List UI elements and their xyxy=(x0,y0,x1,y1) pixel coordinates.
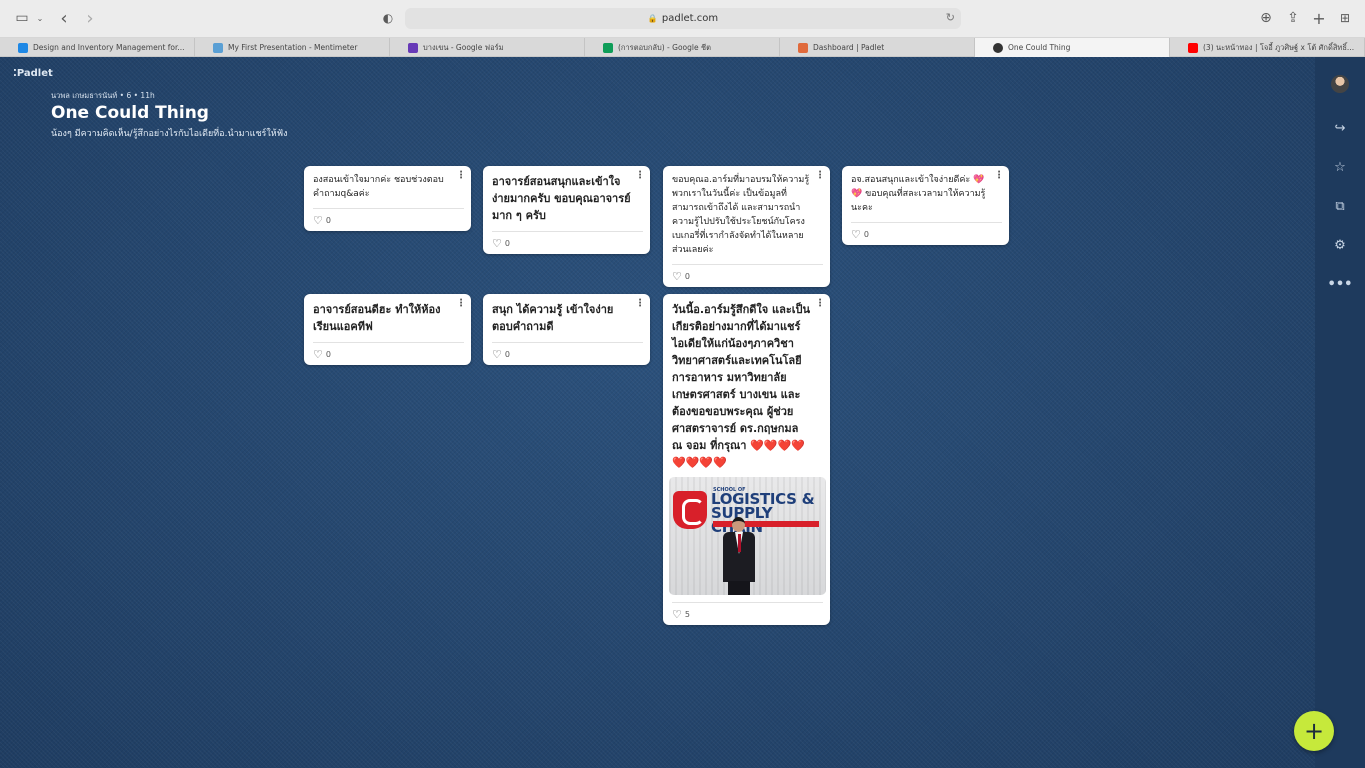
tab-google-forms[interactable]: บางเขน - Google ฟอร์ม xyxy=(390,38,585,57)
post-likes[interactable]: ♡ 0 xyxy=(313,209,463,231)
tab-favicon xyxy=(408,42,418,53)
sidebar-toggle-icon[interactable]: ▭ xyxy=(12,8,32,28)
like-count: 0 xyxy=(684,271,690,281)
share-arrow-icon[interactable]: ↪ xyxy=(1326,114,1354,142)
board-meta: นวพล เกษมธารนันท์ • 6 • 11h xyxy=(51,91,155,100)
tab-one-could-thing[interactable]: One Could Thing xyxy=(975,38,1170,57)
share-icon[interactable]: ⇪ xyxy=(1284,8,1302,28)
post-menu-icon[interactable]: ⋮ xyxy=(815,299,825,309)
download-icon[interactable]: ⊕ xyxy=(1257,8,1275,28)
tab-label: บางเขน - Google ฟอร์ม xyxy=(423,42,504,52)
like-count: 0 xyxy=(325,349,331,359)
tab-favicon xyxy=(213,42,223,53)
gear-icon[interactable]: ⚙ xyxy=(1326,231,1354,259)
heart-icon[interactable]: ♡ xyxy=(672,270,682,283)
post-likes[interactable]: ♡ 0 xyxy=(313,343,463,365)
chevron-down-icon[interactable]: ⌄ xyxy=(34,8,46,28)
tab-padlet-dashboard[interactable]: Dashboard | Padlet xyxy=(780,38,975,57)
tab-bar: Design and Inventory Management for... M… xyxy=(0,38,1365,57)
more-icon[interactable]: ••• xyxy=(1326,270,1354,298)
heart-icon[interactable]: ♡ xyxy=(672,608,682,621)
post-text: อาจารย์สอนดีฮะ ทำให้ห้องเรียนแอคทีฟ xyxy=(313,303,441,333)
heart-icon[interactable]: ♡ xyxy=(492,348,502,361)
post-card[interactable]: ⋮ อจ.สอนสนุกและเข้าใจง่ายดีค่ะ 💖💖 ขอบคุณ… xyxy=(842,166,1009,245)
like-count: 0 xyxy=(863,229,869,239)
post-menu-icon[interactable]: ⋮ xyxy=(456,299,466,309)
post-text: อจ.สอนสนุกและเข้าใจง่ายดีค่ะ 💖💖 ขอบคุณที… xyxy=(851,175,986,213)
post-card[interactable]: ⋮ วันนี้อ.อาร์มรู้สึกดีใจ และเป็นเกียรติ… xyxy=(663,294,830,625)
tab-overview-icon[interactable]: ⊞ xyxy=(1336,8,1354,28)
post-text: วันนี้อ.อาร์มรู้สึกดีใจ และเป็นเกียรติอย… xyxy=(672,303,811,469)
heart-icon[interactable]: ♡ xyxy=(851,228,861,241)
browser-toolbar: ▭ ⌄ ‹ › ◐ 🔒 padlet.com ↻ ⊕ ⇪ + ⊞ xyxy=(0,0,1365,38)
post-card[interactable]: ⋮ อาจารย์สอนดีฮะ ทำให้ห้องเรียนแอคทีฟ ♡ 0 xyxy=(304,294,471,365)
heart-icon[interactable]: ♡ xyxy=(313,348,323,361)
post-text: สนุก ได้ความรู้ เข้าใจง่าย ตอบคำถามดี xyxy=(492,303,614,333)
post-card[interactable]: ⋮ ขอบคุณอ.อาร์มที่มาอบรมให้ความรู้พวกเรา… xyxy=(663,166,830,287)
post-text: องสอนเข้าใจมากค่ะ ชอบช่วงตอบคำถามq&aค่ะ xyxy=(313,175,444,199)
tab-favicon xyxy=(18,42,28,53)
shield-icon[interactable]: ◐ xyxy=(380,8,396,28)
tab-design-inventory[interactable]: Design and Inventory Management for... xyxy=(0,38,195,57)
tab-label: My First Presentation - Mentimeter xyxy=(228,43,358,52)
address-bar[interactable]: 🔒 padlet.com ↻ xyxy=(405,8,961,29)
person-tie xyxy=(737,534,741,552)
post-text: อาจารย์สอนสนุกและเข้าใจง่ายมากครับ ขอบคุ… xyxy=(492,175,631,222)
post-card[interactable]: ⋮ สนุก ได้ความรู้ เข้าใจง่าย ตอบคำถามดี … xyxy=(483,294,650,365)
post-likes[interactable]: ♡ 0 xyxy=(492,232,642,254)
person-head xyxy=(732,517,745,532)
tab-label: Design and Inventory Management for... xyxy=(33,43,185,52)
person-legs xyxy=(728,581,750,595)
heart-icon[interactable]: ♡ xyxy=(492,237,502,250)
tab-label: (3) นะหน้าทอง | โจอี้ ภูวศิษฐ์ x โต้ ศัก… xyxy=(1203,42,1355,52)
forward-icon[interactable]: › xyxy=(82,8,98,29)
logo-text: Padlet xyxy=(16,68,53,79)
padlet-board xyxy=(0,57,1315,768)
like-count: 0 xyxy=(504,238,510,248)
lock-icon: 🔒 xyxy=(647,14,658,23)
post-likes[interactable]: ♡ 0 xyxy=(672,265,822,287)
tab-youtube[interactable]: (3) นะหน้าทอง | โจอี้ ภูวศิษฐ์ x โต้ ศัก… xyxy=(1170,38,1365,57)
tab-label: One Could Thing xyxy=(1008,43,1071,52)
post-text: ขอบคุณอ.อาร์มที่มาอบรมให้ความรู้พวกเราใน… xyxy=(672,175,810,255)
photo-person xyxy=(719,517,759,595)
add-post-button[interactable]: + xyxy=(1294,711,1334,751)
post-photo[interactable]: SCHOOL OF LOGISTICS &SUPPLY CHAIN xyxy=(669,477,826,595)
right-action-rail: ↪ ☆ ⧉ ⚙ ••• xyxy=(1315,57,1365,768)
star-icon[interactable]: ☆ xyxy=(1326,153,1354,181)
post-card[interactable]: ⋮ อาจารย์สอนสนุกและเข้าใจง่ายมากครับ ขอบ… xyxy=(483,166,650,254)
post-likes[interactable]: ♡ 5 xyxy=(672,603,822,625)
post-likes[interactable]: ♡ 0 xyxy=(851,223,1001,245)
tab-google-sheets[interactable]: (การตอบกลับ) - Google ชีต xyxy=(585,38,780,57)
tab-favicon xyxy=(603,42,613,53)
post-card[interactable]: ⋮ องสอนเข้าใจมากค่ะ ชอบช่วงตอบคำถามq&aค่… xyxy=(304,166,471,231)
tab-favicon xyxy=(1188,42,1198,53)
tab-favicon xyxy=(798,42,808,53)
post-menu-icon[interactable]: ⋮ xyxy=(994,171,1004,181)
like-count: 0 xyxy=(325,215,331,225)
board-subtitle: น้องๆ มีความคิดเห็น/รู้สึกอย่างไรกับไอเด… xyxy=(51,129,288,139)
tab-label: (การตอบกลับ) - Google ชีต xyxy=(618,42,711,52)
school-emblem-icon xyxy=(673,491,707,529)
new-tab-icon[interactable]: + xyxy=(1310,8,1328,28)
post-menu-icon[interactable]: ⋮ xyxy=(635,299,645,309)
reload-icon[interactable]: ↻ xyxy=(946,11,955,24)
like-count: 5 xyxy=(684,609,690,619)
post-menu-icon[interactable]: ⋮ xyxy=(456,171,466,181)
board-title: One Could Thing xyxy=(51,103,209,123)
remake-icon[interactable]: ⧉ xyxy=(1326,192,1354,220)
tab-mentimeter[interactable]: My First Presentation - Mentimeter xyxy=(195,38,390,57)
like-count: 0 xyxy=(504,349,510,359)
back-icon[interactable]: ‹ xyxy=(56,8,72,29)
avatar[interactable] xyxy=(1331,75,1349,93)
heart-icon[interactable]: ♡ xyxy=(313,214,323,227)
post-menu-icon[interactable]: ⋮ xyxy=(635,171,645,181)
padlet-logo[interactable]: ⁚Padlet xyxy=(13,68,53,79)
tab-label: Dashboard | Padlet xyxy=(813,43,885,52)
address-url: padlet.com xyxy=(661,13,719,24)
post-likes[interactable]: ♡ 0 xyxy=(492,343,642,365)
post-menu-icon[interactable]: ⋮ xyxy=(815,171,825,181)
tab-favicon xyxy=(993,42,1003,53)
